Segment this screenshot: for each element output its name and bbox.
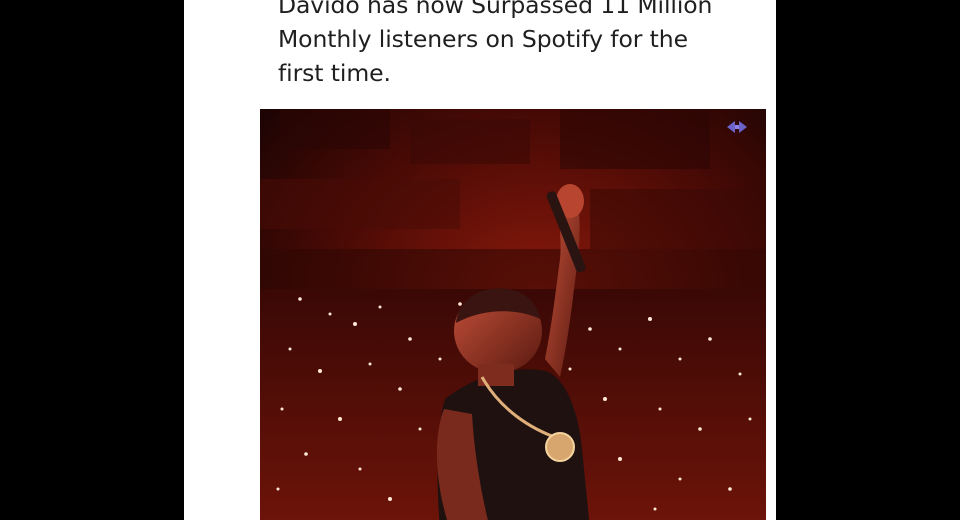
post-text-line-3: first time. xyxy=(278,59,391,87)
concert-photo xyxy=(260,109,766,520)
screen: Davido has now Surpassed 11 Million Mont… xyxy=(0,0,960,520)
post-card: Davido has now Surpassed 11 Million Mont… xyxy=(184,0,776,520)
post-text: Davido has now Surpassed 11 Million Mont… xyxy=(278,0,758,90)
post-text-line-2: Monthly listeners on Spotify for the xyxy=(278,25,688,53)
post-photo[interactable] xyxy=(260,109,766,520)
post-text-line-1: Davido has now Surpassed 11 Million xyxy=(278,0,713,19)
